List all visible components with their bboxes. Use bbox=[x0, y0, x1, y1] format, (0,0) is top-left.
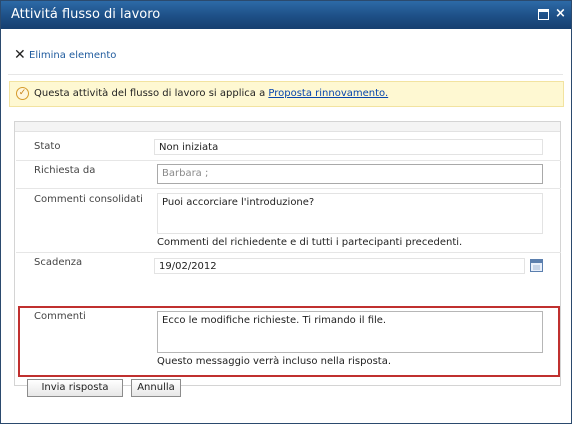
status-value: Non iniziata bbox=[154, 139, 543, 155]
due-date-label: Scadenza bbox=[34, 257, 83, 268]
workflow-task-dialog: Attivitá flusso di lavoro × ✕ Elimina el… bbox=[0, 0, 572, 424]
maximize-icon[interactable] bbox=[538, 9, 549, 20]
delete-item-button[interactable]: ✕ Elimina elemento bbox=[14, 47, 116, 63]
dialog-title: Attivitá flusso di lavoro bbox=[11, 7, 161, 22]
send-response-button[interactable]: Invia risposta bbox=[27, 379, 123, 397]
comments-highlight-frame bbox=[18, 306, 560, 377]
calendar-icon[interactable] bbox=[530, 259, 543, 272]
toolbar-divider bbox=[8, 74, 563, 75]
form-top-bar bbox=[15, 122, 560, 132]
close-icon[interactable]: × bbox=[555, 7, 566, 20]
consolidated-comments-value: Puoi accorciare l'introduzione? bbox=[157, 193, 543, 234]
delete-x-icon: ✕ bbox=[14, 47, 26, 63]
row-divider bbox=[16, 188, 561, 189]
delete-item-label: Elimina elemento bbox=[29, 49, 117, 61]
consolidated-comments-hint: Commenti del richiedente e di tutti i pa… bbox=[157, 237, 463, 248]
row-divider bbox=[16, 160, 561, 161]
due-date-input[interactable]: 19/02/2012 bbox=[154, 258, 525, 274]
status-label: Stato bbox=[34, 141, 61, 152]
cancel-button[interactable]: Annulla bbox=[131, 379, 181, 397]
task-notice-bar: ✓ Questa attività del flusso di lavoro s… bbox=[9, 81, 564, 107]
task-check-icon: ✓ bbox=[16, 87, 29, 100]
consolidated-comments-label: Commenti consolidati bbox=[34, 194, 143, 205]
notice-text: Questa attività del flusso di lavoro si … bbox=[34, 88, 388, 99]
requested-by-label: Richiesta da bbox=[34, 165, 96, 176]
notice-message: Questa attività del flusso di lavoro si … bbox=[34, 88, 269, 99]
row-divider bbox=[16, 252, 561, 253]
requested-by-field[interactable]: Barbara ; bbox=[157, 164, 543, 184]
notice-link[interactable]: Proposta rinnovamento. bbox=[268, 88, 388, 99]
title-bar[interactable]: Attivitá flusso di lavoro × bbox=[1, 1, 571, 29]
dialog-content: ✕ Elimina elemento ✓ Questa attività del… bbox=[2, 29, 570, 423]
